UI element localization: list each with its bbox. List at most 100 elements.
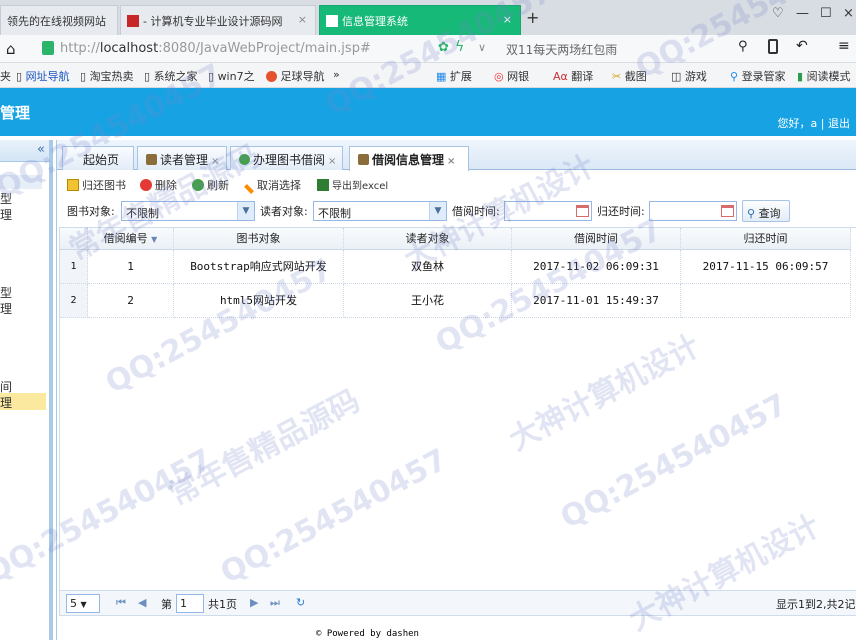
column-header[interactable]: 借阅编号 ▼ xyxy=(88,228,174,250)
cell-borrow-time[interactable]: 2017-11-01 15:49:37 xyxy=(512,284,681,318)
nav-item-borrow-manage[interactable]: 理 xyxy=(0,394,12,411)
chevron-down-icon: ▼ xyxy=(237,202,254,220)
bookmark-item[interactable]: ▯ 淘宝热卖 xyxy=(80,68,134,84)
cell-reader[interactable]: 双鱼林 xyxy=(344,250,512,284)
browser-tab-active[interactable]: 信息管理系统 × xyxy=(319,5,521,35)
cell-borrow-time[interactable]: 2017-11-02 06:09:31 xyxy=(512,250,681,284)
minimize-icon[interactable]: — xyxy=(796,6,809,21)
home-icon[interactable]: ⌂ xyxy=(6,40,16,58)
undo-icon[interactable]: ↶ xyxy=(796,38,808,54)
column-header[interactable]: 借阅时间 xyxy=(512,228,681,250)
new-tab-icon[interactable]: + xyxy=(526,8,539,27)
cell-book[interactable]: html5网站开发 xyxy=(174,284,344,318)
next-page-icon[interactable]: ▶ xyxy=(250,596,258,609)
page-number-value: 1 xyxy=(180,597,187,610)
bookmarks-more-icon[interactable]: » xyxy=(333,68,340,81)
nav-item-manage[interactable]: 理 xyxy=(0,206,12,223)
last-page-icon[interactable]: ⏭ xyxy=(270,596,280,610)
extension-label: 截图 xyxy=(624,70,647,83)
page-number-input[interactable]: 1 xyxy=(176,594,204,613)
export-excel-button[interactable]: 导出到excel xyxy=(317,177,388,192)
book-filter-select[interactable]: 不限制 ▼ xyxy=(121,201,255,221)
mobile-icon[interactable] xyxy=(768,39,778,54)
bookmark-label: 足球导航 xyxy=(280,70,325,83)
extension-translate[interactable]: Aα 翻译 xyxy=(553,68,593,84)
extension-reader[interactable]: ▮ 阅读模式 xyxy=(797,68,851,84)
first-page-icon[interactable]: ⏮ xyxy=(116,596,126,610)
cell-return-time[interactable]: 2017-11-15 06:09:57 xyxy=(681,250,851,284)
undo-icon xyxy=(244,184,254,194)
nav-item-type[interactable]: 型 xyxy=(0,284,12,301)
calendar-icon[interactable] xyxy=(576,205,589,217)
user-greeting[interactable]: 您好，a | 退出 xyxy=(778,115,850,131)
tab-reader-manage[interactable]: 读者管理 × xyxy=(137,146,227,170)
extension-bank[interactable]: ◎ 网银 xyxy=(494,68,529,84)
extension-expand[interactable]: ▦ 扩展 xyxy=(436,68,472,84)
nav-item-type[interactable]: 型 xyxy=(0,190,12,207)
bookmark-item[interactable]: ▯ 系统之家 xyxy=(144,68,198,84)
close-tab-icon[interactable]: × xyxy=(503,13,512,26)
menu-icon[interactable]: ≡ xyxy=(838,38,850,54)
bookmarks-bar: 夹 ▯ 网址导航 ▯ 淘宝热卖 ▯ 系统之家 ▯ win7之 足球导航 » ▦ … xyxy=(0,63,856,88)
bookmark-item[interactable]: ▯ 网址导航 xyxy=(16,68,70,84)
page-favicon-icon xyxy=(326,15,338,27)
borrow-time-label: 借阅时间: xyxy=(452,205,500,218)
calendar-icon[interactable] xyxy=(721,205,734,217)
close-tab-icon[interactable]: × xyxy=(211,156,219,167)
bookmark-label: 淘宝热卖 xyxy=(89,70,134,83)
delete-icon xyxy=(140,179,152,191)
bookmark-item[interactable]: 夹 xyxy=(0,68,11,84)
close-window-icon[interactable]: × xyxy=(843,6,854,21)
tab-borrow-book[interactable]: 办理图书借阅 × xyxy=(230,146,343,170)
extension-games[interactable]: ◫ 游戏 xyxy=(671,68,707,84)
column-header[interactable]: 图书对象 xyxy=(174,228,344,250)
maximize-icon[interactable]: ☐ xyxy=(820,6,832,21)
bookmark-item[interactable]: 足球导航 xyxy=(266,68,325,84)
extension-label: 翻译 xyxy=(571,70,594,83)
query-button[interactable]: ⚲ 查询 xyxy=(742,200,790,222)
page-prefix: 第 xyxy=(161,598,172,611)
browser-tab-source[interactable]: - 计算机专业毕业设计源码网 × xyxy=(120,5,316,35)
add-circle-icon xyxy=(239,154,250,165)
extension-screenshot[interactable]: ✂ 截图 xyxy=(612,68,647,84)
lightning-icon[interactable]: ϟ xyxy=(455,39,464,55)
return-time-input[interactable] xyxy=(649,201,737,221)
button-label: 刷新 xyxy=(207,179,229,192)
extension-login[interactable]: ⚲ 登录管家 xyxy=(730,68,786,84)
tab-borrow-info-manage[interactable]: 借阅信息管理 × xyxy=(349,146,469,171)
delete-button[interactable]: 删除 xyxy=(140,177,177,193)
close-tab-icon[interactable]: × xyxy=(298,13,307,26)
cancel-select-button[interactable]: 取消选择 xyxy=(244,177,301,194)
column-header[interactable]: 归还时间 xyxy=(681,228,851,250)
refresh-button[interactable]: 刷新 xyxy=(192,177,229,193)
close-tab-icon[interactable]: × xyxy=(447,156,455,167)
refresh-icon[interactable]: ↻ xyxy=(296,596,305,609)
cell-book[interactable]: Bootstrap响应式网站开发 xyxy=(174,250,344,284)
search-promo-text[interactable]: 双11每天两场红包雨 xyxy=(506,41,617,58)
tab-home[interactable]: 起始页 xyxy=(62,146,134,170)
return-book-button[interactable]: 归还图书 xyxy=(67,177,126,193)
url-field[interactable]: http://localhost:8080/JavaWebProject/mai… xyxy=(60,41,371,56)
cell-borrow-id[interactable]: 2 xyxy=(88,284,174,318)
column-header[interactable]: 读者对象 xyxy=(344,228,512,250)
tab-label: 办理图书借阅 xyxy=(253,153,326,167)
skin-icon[interactable]: ♡ xyxy=(772,6,784,21)
page-size-select[interactable]: 5 ▼ xyxy=(66,594,100,613)
browser-tab-video[interactable]: 领先的在线视频网站 xyxy=(0,5,118,35)
cell-return-time[interactable] xyxy=(681,284,851,318)
bookmark-item[interactable]: ▯ win7之 xyxy=(208,68,255,84)
cell-borrow-id[interactable]: 1 xyxy=(88,250,174,284)
prev-page-icon[interactable]: ◀ xyxy=(138,596,146,609)
reader-filter-select[interactable]: 不限制 ▼ xyxy=(313,201,447,221)
nav-item-manage[interactable]: 理 xyxy=(0,300,12,317)
chevron-down-icon: ▼ xyxy=(80,600,87,609)
close-tab-icon[interactable]: × xyxy=(328,156,336,167)
page-size-value: 5 xyxy=(70,597,77,610)
search-icon[interactable]: ⚲ xyxy=(738,39,748,54)
grid-toolbar: 归还图书 删除 刷新 取消选择 导出到excel xyxy=(57,174,856,196)
borrow-time-input[interactable] xyxy=(504,201,592,221)
cell-reader[interactable]: 王小花 xyxy=(344,284,512,318)
speed-icon[interactable]: ✿ xyxy=(438,40,449,55)
collapse-icon[interactable]: « xyxy=(37,142,45,157)
dropdown-chevron-icon[interactable]: ∨ xyxy=(478,41,486,54)
